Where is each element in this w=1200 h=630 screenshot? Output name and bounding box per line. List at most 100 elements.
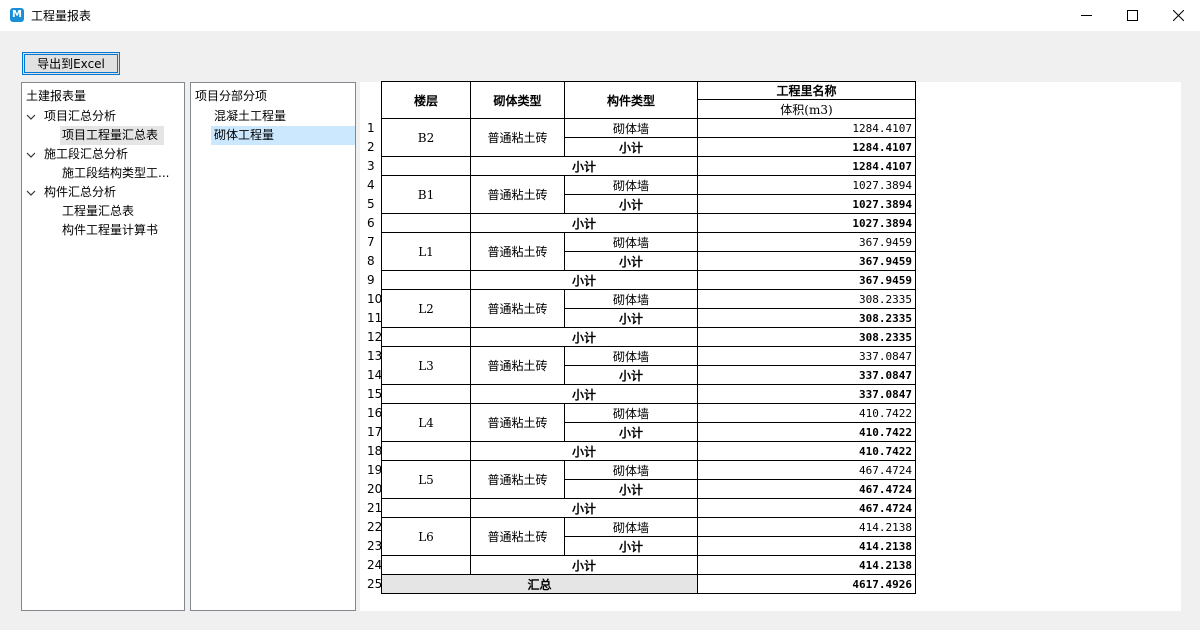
masonry-type-cell: 普通粘土砖 [471,461,565,499]
volume-cell: 367.9459 [698,233,916,252]
floor-subtotal-value-cell: 410.7422 [698,442,916,461]
list-item[interactable]: 混凝土工程量 [211,107,355,126]
floor-empty-cell [382,556,471,575]
floor-subtotal-value-cell: 1027.3894 [698,214,916,233]
row-number: 12 [367,330,383,344]
subtotal-value-cell: 367.9459 [698,252,916,271]
row-number: 2 [367,140,375,154]
row-number: 9 [367,273,375,287]
volume-cell: 337.0847 [698,347,916,366]
subtotal-label-cell: 小计 [565,195,698,214]
minimize-button[interactable] [1063,0,1109,31]
subtotal-value-cell: 467.4724 [698,480,916,499]
tree-item[interactable]: 构件汇总分析 [26,183,122,202]
component-type-cell: 砌体墙 [565,290,698,309]
maximize-icon [1126,10,1138,21]
row-number: 14 [367,368,383,382]
volume-cell: 414.2138 [698,518,916,537]
close-button[interactable] [1155,0,1200,31]
floor-subtotal-value-cell: 337.0847 [698,385,916,404]
tree-item-label: 构件汇总分析 [44,185,117,199]
tree-item-label: 项目工程量汇总表 [62,128,159,142]
tree-item[interactable]: 施工段结构类型工... [60,164,175,183]
floor-cell: L1 [382,233,471,271]
tree-item[interactable]: 项目工程量汇总表 [60,126,165,145]
floor-cell: B2 [382,119,471,157]
row-number: 3 [367,159,375,173]
component-type-cell: 砌体墙 [565,518,698,537]
row-number: 8 [367,254,375,268]
tree-item[interactable]: 构件工程量计算书 [60,221,164,240]
floor-cell: L4 [382,404,471,442]
row-number: 25 [367,577,383,591]
list-header: 项目分部分项 [195,89,268,103]
tree-item-label: 项目汇总分析 [44,109,117,123]
component-type-cell: 砌体墙 [565,347,698,366]
row-number: 18 [367,444,383,458]
floor-subtotal-label-cell: 小计 [471,385,698,404]
volume-cell: 1284.4107 [698,119,916,138]
column-header-quantity-name: 工程里名称 [698,82,916,100]
chevron-down-icon[interactable] [26,150,36,160]
row-number: 23 [367,539,383,553]
row-number: 13 [367,349,383,363]
tree-item[interactable]: 工程量汇总表 [60,202,140,221]
floor-empty-cell [382,385,471,404]
subtotal-value-cell: 1027.3894 [698,195,916,214]
app-logo-icon: M [10,8,24,22]
list-item[interactable]: 砌体工程量 [211,126,355,145]
floor-subtotal-label-cell: 小计 [471,214,698,233]
volume-cell: 467.4724 [698,461,916,480]
tree-item[interactable]: 施工段汇总分析 [26,145,134,164]
row-number: 20 [367,482,383,496]
subtotal-label-cell: 小计 [565,423,698,442]
chevron-down-icon[interactable] [26,188,36,198]
volume-cell: 410.7422 [698,404,916,423]
floor-subtotal-value-cell: 1284.4107 [698,157,916,176]
floor-subtotal-label-cell: 小计 [471,442,698,461]
floor-subtotal-value-cell: 467.4724 [698,499,916,518]
subtotal-label-cell: 小计 [565,252,698,271]
floor-empty-cell [382,214,471,233]
row-number: 10 [367,292,383,306]
tree-item-label: 施工段汇总分析 [44,147,129,161]
report-table-panel: 楼层 砌体类型 构件类型 工程里名称 体积(m3) 1 2 3 4 5 6 7 8 9 10 11 12 13 14… [360,81,1181,611]
subtotal-label-cell: 小计 [565,138,698,157]
floor-subtotal-label-cell: 小计 [471,157,698,176]
maximize-button[interactable] [1109,0,1155,31]
component-type-cell: 砌体墙 [565,461,698,480]
column-header-floor: 楼层 [382,82,471,119]
floor-empty-cell [382,328,471,347]
title-bar: M 工程量报表 [0,0,1200,31]
component-type-cell: 砌体墙 [565,119,698,138]
export-excel-button[interactable]: 导出到Excel [22,52,120,75]
component-type-cell: 砌体墙 [565,176,698,195]
row-number: 16 [367,406,383,420]
subtotal-label-cell: 小计 [565,480,698,499]
component-type-cell: 砌体墙 [565,233,698,252]
volume-cell: 1027.3894 [698,176,916,195]
row-number: 5 [367,197,375,211]
floor-cell: L2 [382,290,471,328]
row-number: 17 [367,425,383,439]
floor-subtotal-label-cell: 小计 [471,271,698,290]
subtotal-label-cell: 小计 [565,537,698,556]
floor-empty-cell [382,499,471,518]
column-header-volume: 体积(m3) [698,100,916,119]
category-list-panel: 项目分部分项 混凝土工程量 砌体工程量 [190,82,356,611]
floor-subtotal-value-cell: 414.2138 [698,556,916,575]
volume-cell: 308.2335 [698,290,916,309]
total-value-cell: 4617.4926 [698,575,916,594]
row-number: 11 [367,311,383,325]
tree-item-label: 构件工程量计算书 [62,223,159,237]
column-header-component-type: 构件类型 [565,82,698,119]
masonry-type-cell: 普通粘土砖 [471,176,565,214]
report-tree-panel: 土建报表量 项目汇总分析 项目工程量汇总表 施工段汇总分析 施工段结构类型工... 构件… [21,82,185,611]
window-title: 工程量报表 [31,9,92,23]
floor-cell: L5 [382,461,471,499]
chevron-down-icon[interactable] [26,112,36,122]
tree-item[interactable]: 项目汇总分析 [26,107,122,126]
subtotal-value-cell: 414.2138 [698,537,916,556]
masonry-type-cell: 普通粘土砖 [471,290,565,328]
masonry-type-cell: 普通粘土砖 [471,404,565,442]
